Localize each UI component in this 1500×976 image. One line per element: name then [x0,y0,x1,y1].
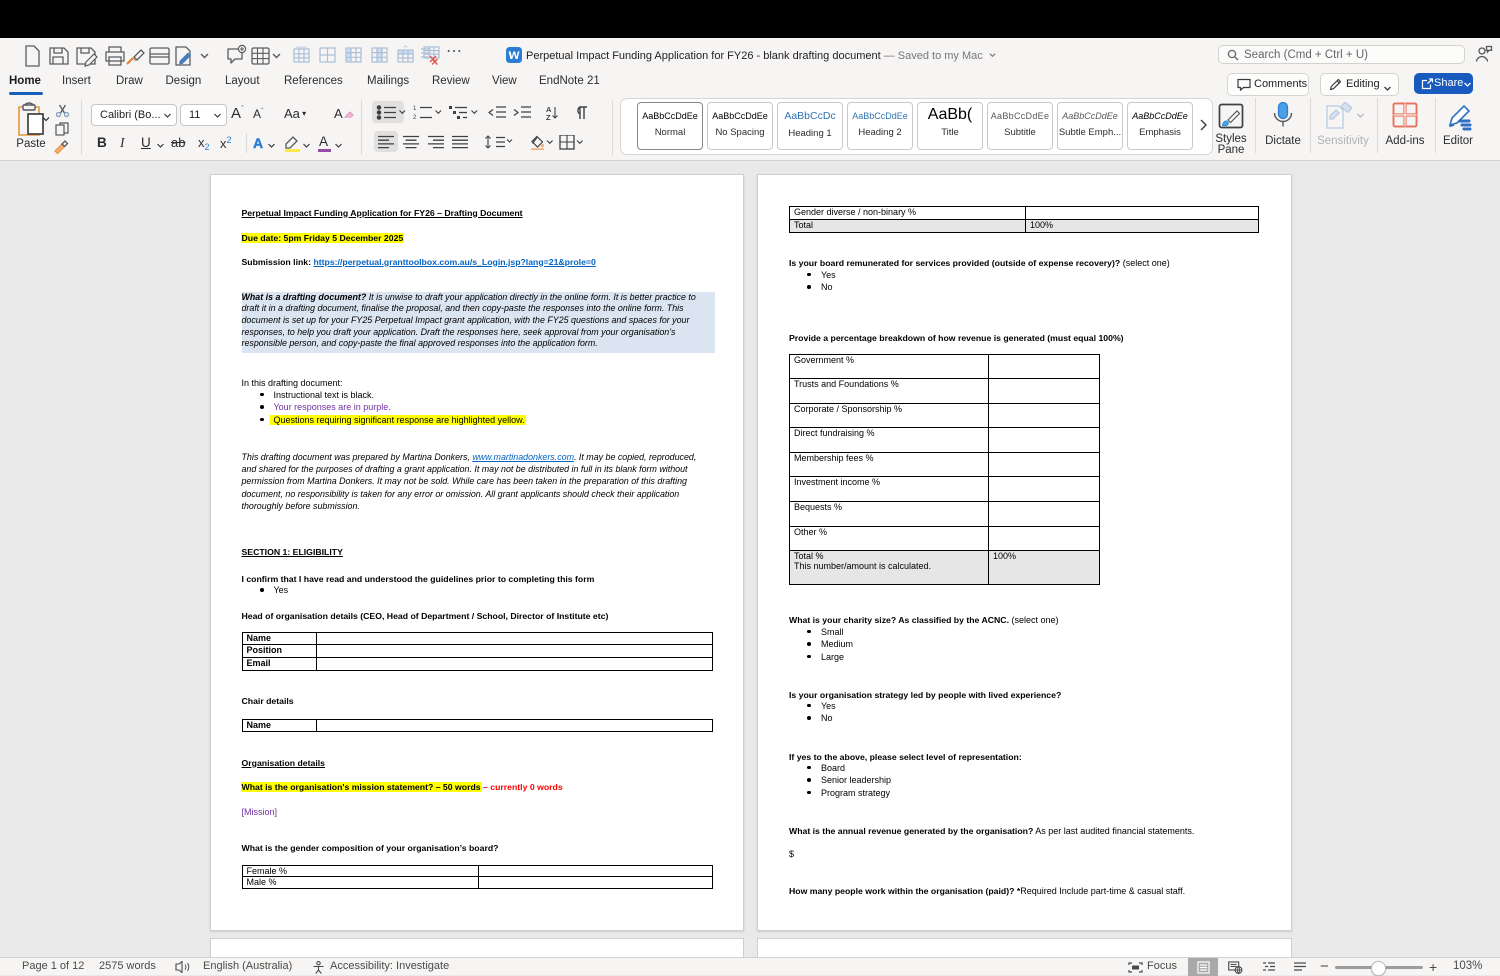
svg-text:Z: Z [546,113,551,120]
svg-text:2: 2 [413,115,417,120]
svg-text:1: 1 [413,106,417,112]
